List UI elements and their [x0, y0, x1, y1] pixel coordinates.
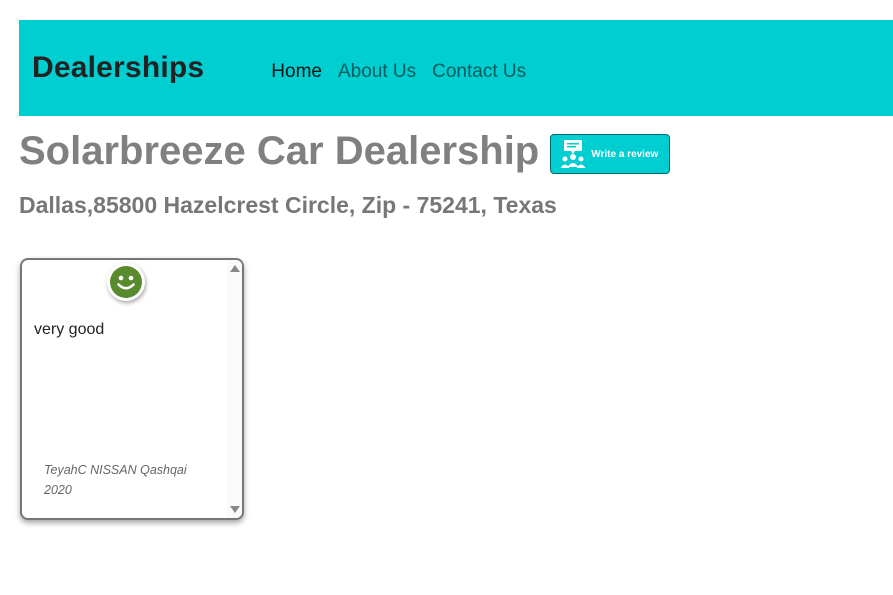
- review-card: very good TeyahC NISSAN Qashqai 2020: [20, 258, 244, 520]
- nav-link-home[interactable]: Home: [271, 61, 322, 83]
- sentiment-badge: [107, 263, 145, 301]
- navbar: Dealerships Home About Us Contact Us: [19, 20, 893, 116]
- reviewer-car-year: 2020: [44, 483, 72, 497]
- review-scrollbar[interactable]: [227, 260, 242, 518]
- write-review-label: Write a review: [591, 148, 659, 160]
- review-text: very good: [34, 321, 105, 338]
- nav-link-about-us[interactable]: About Us: [338, 61, 416, 83]
- nav-links: Home About Us Contact Us: [271, 61, 542, 83]
- scroll-up-arrow-icon[interactable]: [230, 265, 240, 272]
- smiley-icon: [110, 266, 142, 298]
- review-people-icon: [560, 140, 586, 168]
- dealer-title: Solarbreeze Car Dealership Write a revie…: [19, 128, 671, 174]
- nav-link-contact-us[interactable]: Contact Us: [432, 61, 526, 83]
- brand-logo-text[interactable]: Dealerships: [32, 51, 204, 85]
- dealer-address: Dallas,85800 Hazelcrest Circle, Zip - 75…: [19, 192, 557, 218]
- scroll-down-arrow-icon[interactable]: [230, 506, 240, 513]
- write-review-button[interactable]: Write a review: [550, 134, 671, 174]
- reviewer-name-car: TeyahC NISSAN Qashqai: [44, 463, 187, 477]
- dealer-name: Solarbreeze Car Dealership: [19, 128, 540, 173]
- reviewer-info: TeyahC NISSAN Qashqai 2020: [44, 460, 204, 500]
